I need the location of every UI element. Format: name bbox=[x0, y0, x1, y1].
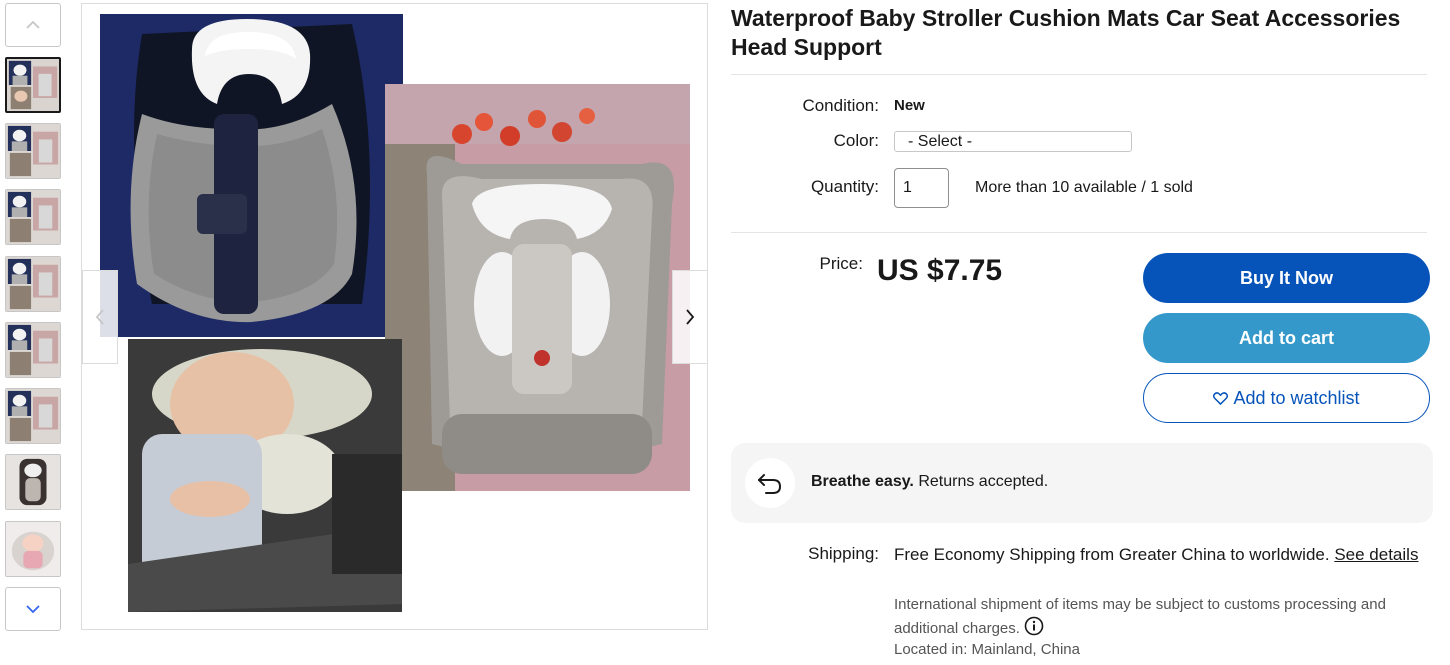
shipping-note: International shipment of items may be s… bbox=[894, 593, 1424, 640]
quantity-input[interactable]: 1 bbox=[894, 168, 949, 208]
thumbnail-5[interactable] bbox=[5, 322, 61, 378]
thumbnail-7[interactable] bbox=[5, 454, 61, 510]
thumbnail-4[interactable] bbox=[5, 256, 61, 312]
product-image-collage bbox=[100, 14, 690, 612]
thumbnail-image bbox=[6, 257, 60, 311]
thumbnail-image bbox=[6, 389, 60, 443]
chevron-right-icon bbox=[686, 309, 695, 325]
info-icon[interactable] bbox=[1024, 616, 1044, 636]
thumbnail-scroll-down-button[interactable] bbox=[5, 587, 61, 631]
thumbnail-scroll-up-button[interactable] bbox=[5, 3, 61, 47]
thumbnail-6[interactable] bbox=[5, 388, 61, 444]
condition-label: Condition: bbox=[802, 96, 879, 115]
add-to-watchlist-label: Add to watchlist bbox=[1233, 387, 1360, 408]
returns-policy: Returns accepted. bbox=[918, 473, 1049, 490]
details-divider bbox=[731, 232, 1427, 233]
color-select[interactable]: - Select - bbox=[894, 131, 1132, 152]
availability-text: More than 10 available / 1 sold bbox=[975, 179, 1193, 196]
main-product-image[interactable] bbox=[81, 3, 708, 630]
quantity-label: Quantity: bbox=[810, 177, 879, 196]
returns-banner: Breathe easy. Returns accepted. bbox=[731, 443, 1433, 523]
price-value: US $7.75 bbox=[877, 254, 1003, 287]
thumbnail-8[interactable] bbox=[5, 521, 61, 577]
return-arrow-icon bbox=[745, 458, 795, 508]
chevron-left-icon bbox=[95, 309, 104, 325]
heart-icon bbox=[1213, 391, 1229, 405]
thumbnail-1[interactable] bbox=[5, 57, 61, 113]
shipping-text: Free Economy Shipping from Greater China… bbox=[894, 545, 1330, 564]
buy-it-now-button[interactable]: Buy It Now bbox=[1143, 253, 1430, 303]
returns-emphasis: Breathe easy. bbox=[811, 473, 914, 490]
chevron-down-icon bbox=[26, 605, 40, 614]
thumbnail-image bbox=[6, 455, 60, 509]
thumbnail-image bbox=[6, 323, 60, 377]
returns-text: Breathe easy. Returns accepted. bbox=[811, 473, 1048, 491]
thumbnail-3[interactable] bbox=[5, 189, 61, 245]
previous-image-button[interactable] bbox=[82, 270, 118, 364]
title-divider bbox=[731, 74, 1427, 75]
thumbnail-image bbox=[6, 522, 60, 576]
thumbnail-image bbox=[6, 190, 60, 244]
item-location: Located in: Mainland, China bbox=[894, 641, 1080, 658]
shipping-info: Free Economy Shipping from Greater China… bbox=[894, 543, 1434, 566]
customs-note: International shipment of items may be s… bbox=[894, 596, 1386, 637]
condition-value: New bbox=[894, 97, 925, 114]
listing-title: Waterproof Baby Stroller Cushion Mats Ca… bbox=[731, 5, 1401, 60]
price-label: Price: bbox=[819, 254, 863, 273]
shipping-label: Shipping: bbox=[808, 544, 879, 563]
color-label: Color: bbox=[833, 131, 879, 150]
see-details-link[interactable]: See details bbox=[1334, 545, 1418, 564]
add-to-cart-button[interactable]: Add to cart bbox=[1143, 313, 1430, 363]
thumbnail-image bbox=[7, 59, 59, 111]
chevron-up-icon bbox=[26, 20, 40, 29]
thumbnail-2[interactable] bbox=[5, 123, 61, 179]
add-to-watchlist-button[interactable]: Add to watchlist bbox=[1143, 373, 1430, 423]
thumbnail-image bbox=[6, 124, 60, 178]
next-image-button[interactable] bbox=[672, 270, 707, 364]
